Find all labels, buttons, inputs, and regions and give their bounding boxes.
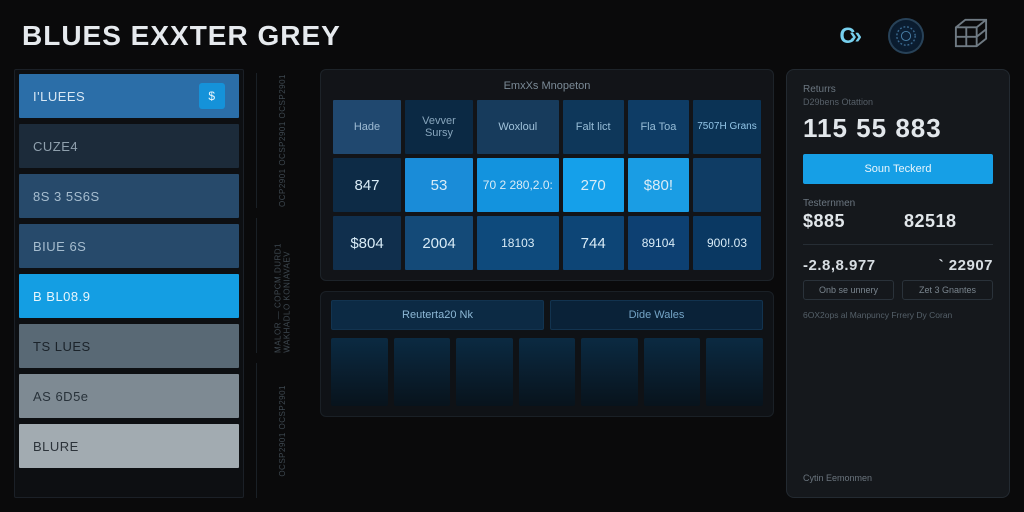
table-cell: 900!.03 [693,216,761,270]
bar [394,338,451,406]
sidebar-item-4[interactable]: B BL08.9 [19,274,239,318]
main-layout: I'LUEES $ CUZE4 8S 3 5S6S BIUE 6S B BL08… [14,69,1010,498]
table-cell: $80! [628,158,689,212]
data-table-panel: EmxXs Mnopeton Hade Vevver Sursy Woxloul… [320,69,774,281]
col-header[interactable]: Falt lict [563,100,624,154]
delta-row: -2.8,8.977 ` 22907 [803,257,993,274]
sidebar-item-label: B BL08.9 [33,289,91,304]
col-header[interactable]: 7507H Grans [693,100,761,154]
table-cell: 744 [563,216,624,270]
col-header[interactable]: Woxloul [477,100,559,154]
cube-icon[interactable] [952,16,990,55]
chip-row: Onb se unnery Zet 3 Gnantes [803,280,993,300]
bar [581,338,638,406]
bar [456,338,513,406]
col-header[interactable]: Hade [333,100,401,154]
metrics-section: Testernmen $885 82518 [803,198,993,232]
vcap-a: OCP2901 OCSP2901 OCSP2901 [256,73,308,208]
sidebar-list: I'LUEES $ CUZE4 8S 3 5S6S BIUE 6S B BL08… [14,69,244,498]
header-icons: C›› [839,16,1002,55]
chip-a[interactable]: Onb se unnery [803,280,894,300]
vertical-captions: OCP2901 OCSP2901 OCSP2901 MALOR — COPCM.… [256,69,308,498]
sidebar-item-label: I'LUEES [33,89,85,104]
chevrons-icon[interactable]: C›› [839,23,860,49]
summary-sublabel: D29bens Otattion [803,97,993,107]
summary-label: Returrs [803,84,993,95]
dollar-icon: $ [199,83,225,109]
table-cell: 18103 [477,216,559,270]
col-header[interactable]: Vevver Sursy [405,100,473,154]
data-grid: Hade Vevver Sursy Woxloul Falt lict Fla … [333,100,761,270]
table-cell: 53 [405,158,473,212]
delta-b: ` 22907 [939,257,993,274]
sidebar-item-6[interactable]: AS 6D5e [19,374,239,418]
summary-panel: Returrs D29bens Otattion 115 55 883 Soun… [786,69,1010,498]
table-cell: 70 2 280,2.0: [477,158,559,212]
table-cell: $804 [333,216,401,270]
metrics-pair: $885 82518 [803,211,993,232]
sidebar-item-1[interactable]: CUZE4 [19,124,239,168]
app-header: BLUES EXXTER GREY C›› [14,10,1010,69]
sidebar-item-label: TS LUES [33,339,91,354]
sidebar-item-0[interactable]: I'LUEES $ [19,74,239,118]
center-column: EmxXs Mnopeton Hade Vevver Sursy Woxloul… [320,69,774,498]
bar [331,338,388,406]
col-header[interactable]: Fla Toa [628,100,689,154]
sub-tabs: Reuterta20 Nk Dide Wales [331,300,763,330]
sidebar-item-2[interactable]: 8S 3 5S6S [19,174,239,218]
sidebar-item-3[interactable]: BIUE 6S [19,224,239,268]
vcap-c: OCSP2901 OCSP2901 [256,363,308,498]
metric-b: 82518 [904,211,993,232]
bar-strip [331,338,763,406]
sidebar-item-7[interactable]: BLURE [19,424,239,468]
divider [803,244,993,245]
vcap-b: MALOR — COPCM.DURD1 WAKHADLO KONIAVAEV [256,218,308,353]
metrics-label: Testernmen [803,198,993,209]
bar [706,338,763,406]
sidebar-item-label: 8S 3 5S6S [33,189,100,204]
primary-button[interactable]: Soun Teckerd [803,154,993,184]
sidebar-item-label: AS 6D5e [33,389,89,404]
delta-a: -2.8,8.977 [803,257,876,274]
footnote: 6OX2ops al Manpuncy Frrery Dy Coran [803,310,993,322]
chip-b[interactable]: Zet 3 Gnantes [902,280,993,300]
sidebar-item-5[interactable]: TS LUES [19,324,239,368]
bar [519,338,576,406]
corner-label: Cytin Eemonmen [803,473,993,483]
tab-0[interactable]: Reuterta20 Nk [331,300,544,330]
seal-icon[interactable] [888,18,924,54]
table-cell: 270 [563,158,624,212]
table-cell: 89104 [628,216,689,270]
table-cell [693,158,761,212]
table-title: EmxXs Mnopeton [333,80,761,92]
table-cell: 2004 [405,216,473,270]
sub-chart-panel: Reuterta20 Nk Dide Wales [320,291,774,417]
tab-1[interactable]: Dide Wales [550,300,763,330]
sidebar-item-label: CUZE4 [33,139,78,154]
sidebar-item-label: BLURE [33,439,79,454]
sidebar-item-label: BIUE 6S [33,239,86,254]
table-cell: 847 [333,158,401,212]
app-title: BLUES EXXTER GREY [22,20,341,52]
summary-total: 115 55 883 [803,113,993,144]
metric-a: $885 [803,211,892,232]
bar [644,338,701,406]
